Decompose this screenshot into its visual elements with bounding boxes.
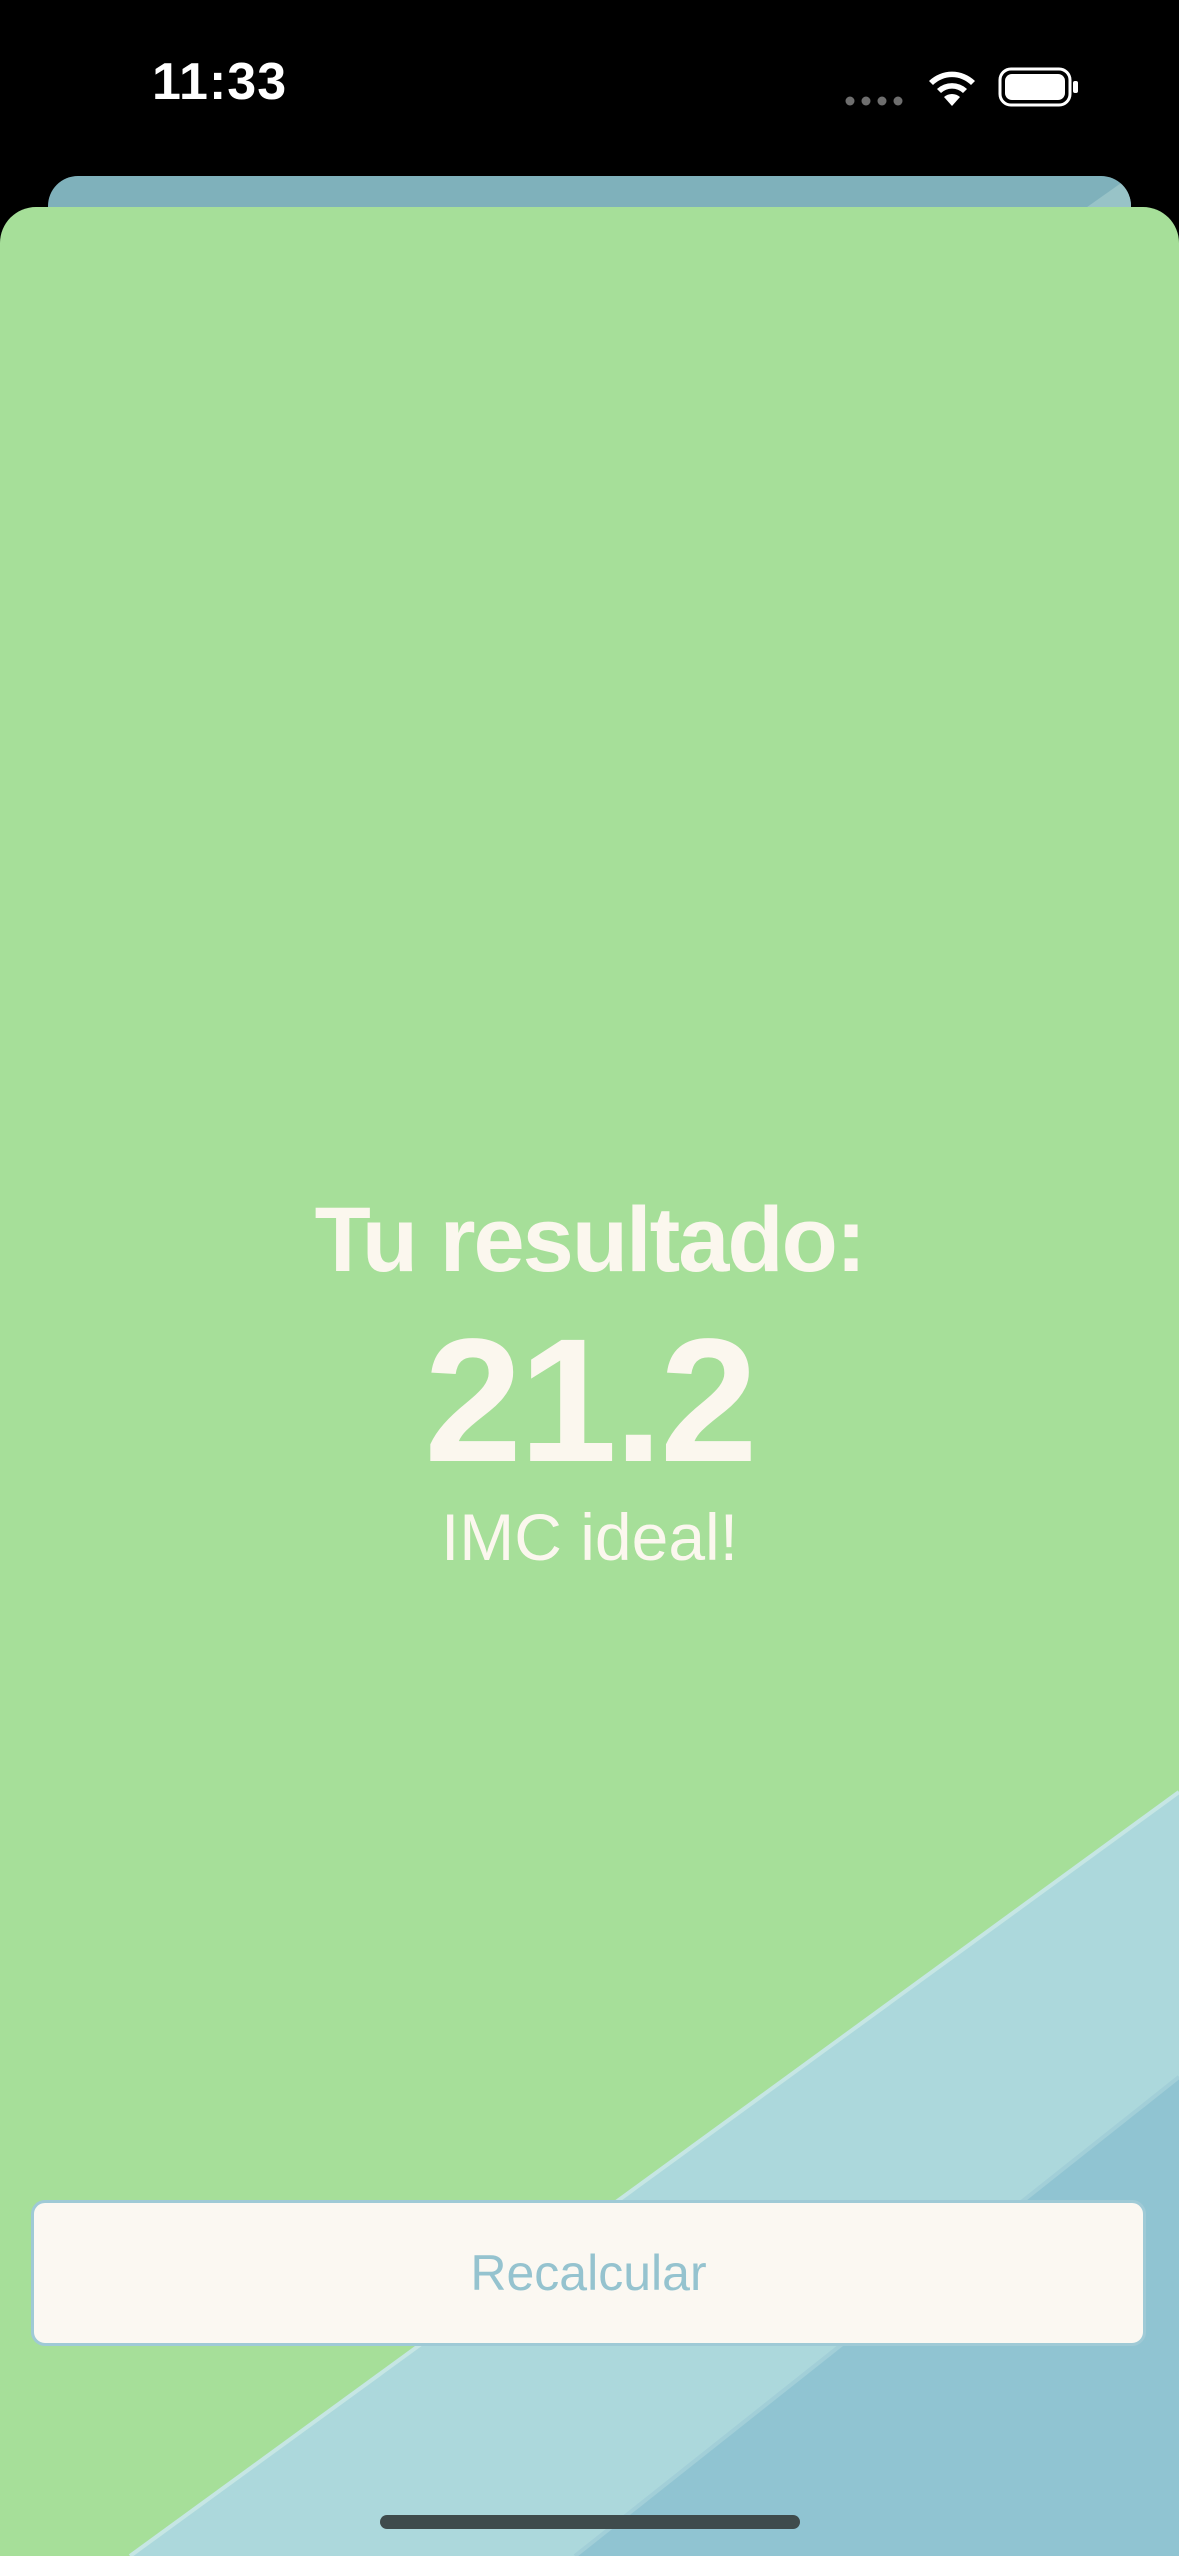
result-title: Tu resultado: — [314, 1189, 867, 1291]
cellular-dots-icon — [845, 96, 903, 106]
wifi-icon — [929, 71, 975, 106]
app-screen: 11:33 Tu resultado: 21.2 IMC ideal! Reca… — [0, 0, 1179, 2556]
result-block: Tu resultado: 21.2 IMC ideal! — [0, 1185, 1179, 1577]
status-time: 11:33 — [152, 53, 288, 111]
status-bar: 11:33 — [0, 0, 1179, 175]
battery-icon — [998, 67, 1078, 107]
recalculate-button-label: Recalcular — [470, 2245, 707, 2301]
recalculate-button[interactable]: Recalcular — [31, 2200, 1146, 2346]
bmi-category: IMC ideal! — [440, 1500, 739, 1574]
home-indicator[interactable] — [380, 2515, 800, 2529]
bmi-value: 21.2 — [424, 1303, 758, 1499]
